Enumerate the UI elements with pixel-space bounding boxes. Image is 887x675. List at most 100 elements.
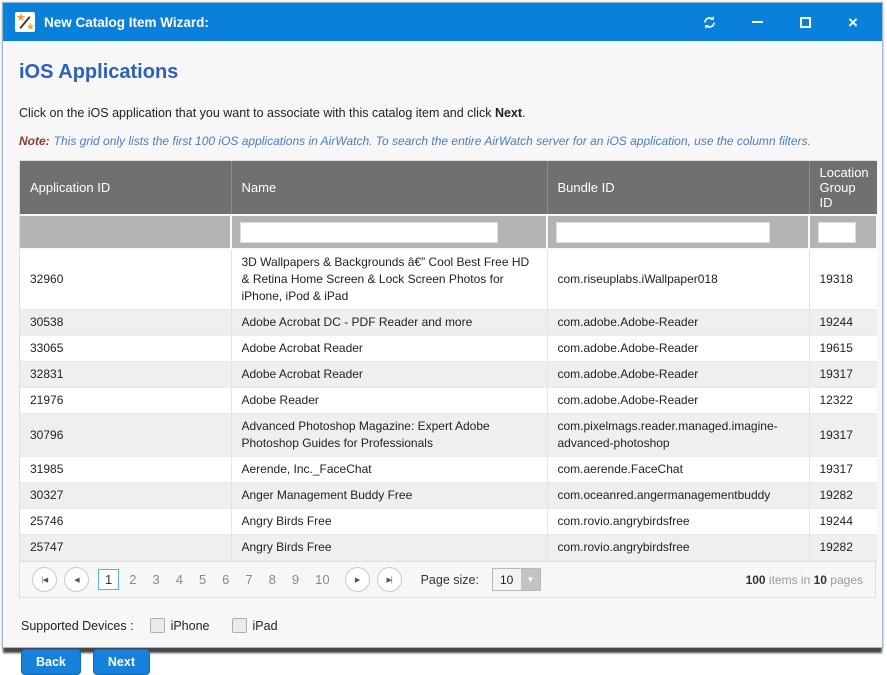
cell-bundle-id: com.adobe.Adobe-Reader	[547, 336, 809, 362]
items-summary: 100 items in 10 pages	[746, 573, 863, 587]
page-number-6[interactable]: 6	[216, 570, 235, 589]
page-number-3[interactable]: 3	[146, 570, 165, 589]
title-bar: ★ ★ New Catalog Item Wizard: ×	[3, 3, 882, 41]
cell-name: Anger Management Buddy Free	[231, 483, 547, 509]
pages-suffix-text: pages	[827, 573, 863, 587]
bundle-id-filter-input[interactable]	[556, 222, 770, 243]
filter-cell-bundle-id	[547, 215, 809, 249]
page-number-1[interactable]: 1	[98, 569, 119, 590]
first-page-button[interactable]: |◀	[32, 567, 57, 592]
items-mid-text: items in	[766, 573, 814, 587]
column-header-application-id[interactable]: Application ID	[20, 161, 231, 215]
previous-page-button[interactable]: ◀	[64, 567, 89, 592]
cell-application-id: 30327	[20, 483, 231, 509]
cell-location-group-id: 19317	[809, 362, 877, 388]
cell-location-group-id: 19244	[809, 310, 877, 336]
last-page-button[interactable]: ▶|	[377, 567, 402, 592]
name-filter-input[interactable]	[240, 222, 498, 243]
cell-application-id: 32831	[20, 362, 231, 388]
table-row[interactable]: 25746Angry Birds Freecom.rovio.angrybird…	[20, 509, 877, 535]
ipad-checkbox[interactable]	[232, 618, 247, 633]
iphone-checkbox-label: iPhone	[171, 619, 210, 633]
page-number-7[interactable]: 7	[239, 570, 258, 589]
cell-name: 3D Wallpapers & Backgrounds â€” Cool Bes…	[231, 249, 547, 310]
table-row[interactable]: 30796Advanced Photoshop Magazine: Expert…	[20, 414, 877, 457]
next-button[interactable]: Next	[93, 649, 150, 675]
iphone-checkbox-item[interactable]: iPhone	[150, 618, 210, 633]
ipad-checkbox-item[interactable]: iPad	[232, 618, 278, 633]
cell-application-id: 21976	[20, 388, 231, 414]
page-size-value: 10	[493, 569, 521, 590]
table-row[interactable]: 30327Anger Management Buddy Freecom.ocea…	[20, 483, 877, 509]
filter-cell-application-id	[20, 215, 231, 249]
cell-bundle-id: com.rovio.angrybirdsfree	[547, 535, 809, 561]
cell-name: Advanced Photoshop Magazine: Expert Adob…	[231, 414, 547, 457]
table-header-row: Application ID Name Bundle ID Location G…	[20, 161, 877, 215]
column-header-location-group-id[interactable]: Location Group ID	[809, 161, 877, 215]
cell-name: Adobe Acrobat DC - PDF Reader and more	[231, 310, 547, 336]
filter-cell-name	[231, 215, 547, 249]
column-header-name[interactable]: Name	[231, 161, 547, 215]
cell-name: Angry Birds Free	[231, 535, 547, 561]
page-title: iOS Applications	[19, 61, 868, 84]
page-size-label: Page size:	[421, 573, 479, 587]
cell-application-id: 32960	[20, 249, 231, 310]
table-row[interactable]: 31985Aerende, Inc._FaceChatcom.aerende.F…	[20, 457, 877, 483]
table-row[interactable]: 33065Adobe Acrobat Readercom.adobe.Adobe…	[20, 336, 877, 362]
page-number-10[interactable]: 10	[309, 570, 335, 589]
cell-location-group-id: 19317	[809, 414, 877, 457]
cell-name: Adobe Acrobat Reader	[231, 336, 547, 362]
applications-grid: Application ID Name Bundle ID Location G…	[19, 160, 876, 598]
column-header-bundle-id[interactable]: Bundle ID	[547, 161, 809, 215]
cell-location-group-id: 19317	[809, 457, 877, 483]
pager-bar: |◀ ◀ 12345678910 ▶ ▶| Page size: 10 ▼ 10…	[20, 561, 875, 597]
ipad-checkbox-label: iPad	[253, 619, 278, 633]
supported-devices-label: Supported Devices :	[21, 619, 134, 633]
cell-location-group-id: 19318	[809, 249, 877, 310]
next-page-button[interactable]: ▶	[345, 567, 370, 592]
pages-count: 10	[814, 573, 827, 587]
chevron-down-icon[interactable]: ▼	[521, 569, 540, 590]
back-button[interactable]: Back	[21, 649, 81, 675]
table-row[interactable]: 21976Adobe Readercom.adobe.Adobe-Reader1…	[20, 388, 877, 414]
window-title: New Catalog Item Wizard:	[44, 15, 209, 30]
table-body: 329603D Wallpapers & Backgrounds â€” Coo…	[20, 249, 877, 561]
note-label: Note:	[19, 134, 50, 148]
note-body: This grid only lists the first 100 iOS a…	[54, 134, 811, 148]
refresh-icon[interactable]	[700, 13, 718, 31]
window-controls: ×	[700, 13, 870, 31]
cell-application-id: 31985	[20, 457, 231, 483]
page-number-2[interactable]: 2	[123, 570, 142, 589]
page-number-8[interactable]: 8	[263, 570, 282, 589]
instruction-next-keyword: Next	[495, 106, 522, 120]
table-row[interactable]: 30538Adobe Acrobat DC - PDF Reader and m…	[20, 310, 877, 336]
cell-bundle-id: com.adobe.Adobe-Reader	[547, 362, 809, 388]
table-row[interactable]: 25747Angry Birds Freecom.rovio.angrybird…	[20, 535, 877, 561]
maximize-icon[interactable]	[796, 13, 814, 31]
applications-table: Application ID Name Bundle ID Location G…	[20, 161, 878, 561]
table-row[interactable]: 329603D Wallpapers & Backgrounds â€” Coo…	[20, 249, 877, 310]
page-number-5[interactable]: 5	[193, 570, 212, 589]
close-icon[interactable]: ×	[844, 13, 862, 31]
filter-cell-location-group-id	[809, 215, 877, 249]
items-count: 100	[746, 573, 766, 587]
iphone-checkbox[interactable]	[150, 618, 165, 633]
cell-application-id: 30538	[20, 310, 231, 336]
page-number-list: 12345678910	[98, 569, 336, 590]
location-group-id-filter-input[interactable]	[818, 222, 856, 243]
cell-name: Adobe Reader	[231, 388, 547, 414]
cell-bundle-id: com.oceanred.angermanagementbuddy	[547, 483, 809, 509]
minimize-icon[interactable]	[748, 13, 766, 31]
cell-application-id: 33065	[20, 336, 231, 362]
star-icon: ★	[26, 23, 35, 32]
page-number-9[interactable]: 9	[286, 570, 305, 589]
filter-row	[20, 215, 877, 249]
instruction-suffix: .	[522, 106, 525, 120]
instruction-prefix: Click on the iOS application that you wa…	[19, 106, 495, 120]
page-number-4[interactable]: 4	[170, 570, 189, 589]
cell-bundle-id: com.pixelmags.reader.managed.imagine-adv…	[547, 414, 809, 457]
cell-location-group-id: 19282	[809, 483, 877, 509]
cell-bundle-id: com.riseuplabs.iWallpaper018	[547, 249, 809, 310]
table-row[interactable]: 32831Adobe Acrobat Readercom.adobe.Adobe…	[20, 362, 877, 388]
page-size-dropdown[interactable]: 10 ▼	[492, 568, 541, 591]
